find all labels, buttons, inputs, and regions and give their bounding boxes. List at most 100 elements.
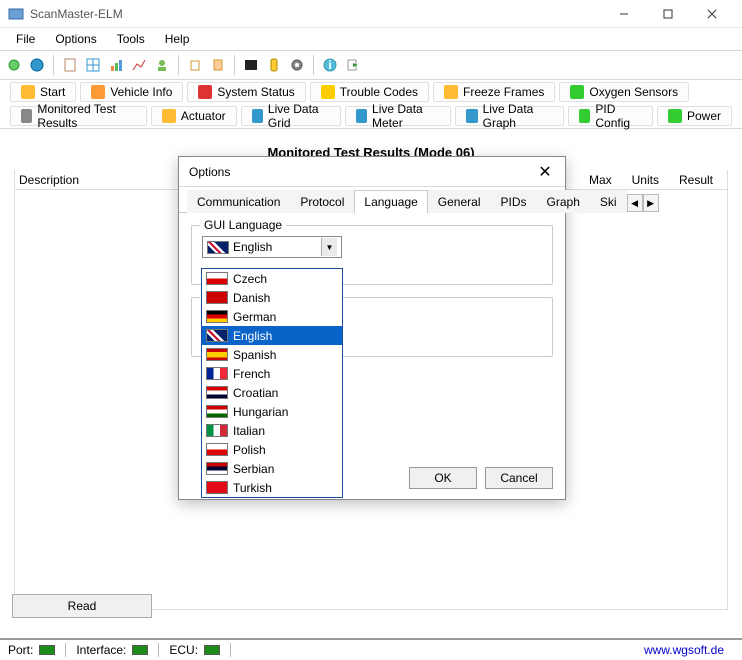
status-ecu-label: ECU:	[169, 643, 198, 657]
tool-exit-icon[interactable]	[343, 55, 363, 75]
language-option-label: Czech	[233, 272, 267, 286]
language-option-hr[interactable]: Croatian	[202, 383, 342, 402]
gui-language-legend: GUI Language	[200, 218, 286, 232]
tab-grid-label: Live Data Grid	[268, 102, 330, 130]
language-option-label: Turkish	[233, 481, 272, 495]
app-icon	[8, 6, 24, 22]
toolbar: i	[0, 50, 742, 80]
dialog-tabstrip: Communication Protocol Language General …	[179, 187, 565, 213]
tab-live-data-grid[interactable]: Live Data Grid	[241, 106, 341, 126]
tool-chart-icon[interactable]	[106, 55, 126, 75]
language-option-en[interactable]: English	[202, 326, 342, 345]
tab-system-label: System Status	[217, 85, 294, 99]
language-option-label: Hungarian	[233, 405, 288, 419]
dialog-tab-protocol[interactable]: Protocol	[290, 190, 354, 213]
dialog-tab-communication[interactable]: Communication	[187, 190, 290, 213]
tool-copy-icon[interactable]	[185, 55, 205, 75]
ecu-led-icon	[204, 645, 220, 655]
language-option-label: Croatian	[233, 386, 278, 400]
close-button[interactable]	[690, 0, 734, 28]
cancel-label: Cancel	[500, 471, 537, 485]
col-units: Units	[622, 173, 669, 187]
tool-grid-icon[interactable]	[83, 55, 103, 75]
language-option-label: French	[233, 367, 270, 381]
language-option-label: Spanish	[233, 348, 276, 362]
dialog-tab-language[interactable]: Language	[354, 190, 427, 213]
menu-tools[interactable]: Tools	[107, 29, 155, 49]
status-url-link[interactable]: www.wgsoft.de	[644, 643, 734, 657]
status-port-label: Port:	[8, 643, 33, 657]
tab-live-data-meter[interactable]: Live Data Meter	[345, 106, 452, 126]
tab-power[interactable]: Power	[657, 106, 732, 126]
chevron-down-icon: ▼	[321, 238, 337, 256]
menu-help[interactable]: Help	[155, 29, 200, 49]
tab-power-label: Power	[687, 109, 721, 123]
tool-user-icon[interactable]	[152, 55, 172, 75]
tab-start-label: Start	[40, 85, 65, 99]
tabs-scroll-left[interactable]: ◀	[627, 194, 643, 212]
language-option-label: German	[233, 310, 276, 324]
dialog-tab-graph[interactable]: Graph	[537, 190, 590, 213]
language-option-de[interactable]: German	[202, 307, 342, 326]
tab-oxygen-sensors[interactable]: Oxygen Sensors	[559, 82, 689, 102]
tab-trouble-codes[interactable]: Trouble Codes	[310, 82, 429, 102]
col-result: Result	[669, 173, 723, 187]
tab-vehicle-info[interactable]: Vehicle Info	[80, 82, 183, 102]
language-option-it[interactable]: Italian	[202, 421, 342, 440]
maximize-button[interactable]	[646, 0, 690, 28]
flag-icon	[206, 272, 228, 285]
language-option-label: Danish	[233, 291, 270, 305]
tool-paste-icon[interactable]	[208, 55, 228, 75]
flag-icon	[206, 405, 228, 418]
tab-system-status[interactable]: System Status	[187, 82, 305, 102]
language-option-hu[interactable]: Hungarian	[202, 402, 342, 421]
menu-file[interactable]: File	[6, 29, 45, 49]
read-button[interactable]: Read	[12, 594, 152, 618]
language-combobox[interactable]: English ▼	[202, 236, 342, 258]
tool-terminal-icon[interactable]	[241, 55, 261, 75]
svg-text:i: i	[328, 58, 331, 72]
tool-info-icon[interactable]: i	[320, 55, 340, 75]
language-option-tr[interactable]: Turkish	[202, 478, 342, 497]
action-tabs: Start Vehicle Info System Status Trouble…	[0, 80, 742, 129]
titlebar: ScanMaster-ELM	[0, 0, 742, 28]
col-max: Max	[579, 173, 622, 187]
tool-device-icon[interactable]	[264, 55, 284, 75]
tool-sheet-icon[interactable]	[60, 55, 80, 75]
language-option-label: Polish	[233, 443, 266, 457]
language-option-es[interactable]: Spanish	[202, 345, 342, 364]
tab-actuator[interactable]: Actuator	[151, 106, 237, 126]
tab-pid-config[interactable]: PID Config	[568, 106, 653, 126]
cancel-button[interactable]: Cancel	[485, 467, 553, 489]
dialog-tab-ski[interactable]: Ski	[590, 190, 627, 213]
menu-options[interactable]: Options	[45, 29, 106, 49]
port-led-icon	[39, 645, 55, 655]
status-interface-label: Interface:	[76, 643, 126, 657]
tab-vehicle-label: Vehicle Info	[110, 85, 172, 99]
tab-start[interactable]: Start	[10, 82, 76, 102]
ok-button[interactable]: OK	[409, 467, 477, 489]
dialog-tab-pids[interactable]: PIDs	[491, 190, 537, 213]
flag-icon	[206, 367, 228, 380]
tab-live-data-graph[interactable]: Live Data Graph	[455, 106, 564, 126]
tool-connect-icon[interactable]	[4, 55, 24, 75]
tool-gear-icon[interactable]	[287, 55, 307, 75]
tab-meter-label: Live Data Meter	[372, 102, 440, 130]
language-option-fr[interactable]: French	[202, 364, 342, 383]
read-label: Read	[68, 599, 97, 613]
flag-icon	[206, 481, 228, 494]
language-option-dk[interactable]: Danish	[202, 288, 342, 307]
language-option-pl[interactable]: Polish	[202, 440, 342, 459]
tabs-scroll-right[interactable]: ▶	[643, 194, 659, 212]
language-option-label: English	[233, 329, 272, 343]
dialog-tab-general[interactable]: General	[428, 190, 491, 213]
flag-icon	[206, 310, 228, 323]
language-option-rs[interactable]: Serbian	[202, 459, 342, 478]
minimize-button[interactable]	[602, 0, 646, 28]
tab-monitored-results[interactable]: Monitored Test Results	[10, 106, 147, 126]
language-option-cz[interactable]: Czech	[202, 269, 342, 288]
tool-globe-icon[interactable]	[27, 55, 47, 75]
tool-graph-icon[interactable]	[129, 55, 149, 75]
tab-freeze-frames[interactable]: Freeze Frames	[433, 82, 555, 102]
dialog-close-button[interactable]: ✕	[535, 162, 555, 182]
